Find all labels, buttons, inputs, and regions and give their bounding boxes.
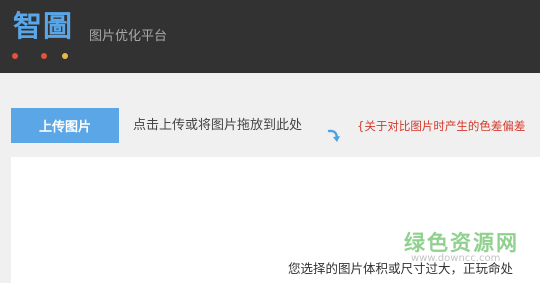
top-header: 智圖 图片优化平台 <box>0 0 540 73</box>
upload-image-button[interactable]: 上传图片 <box>11 108 119 143</box>
watermark-logo: 绿色资源网 <box>404 231 519 255</box>
logo-dot-red <box>41 53 47 59</box>
curved-arrow-icon <box>327 129 340 142</box>
file-too-large-warning: 您选择的图片体积或尺寸过大，正玩命处 <box>288 261 514 276</box>
logo-dot-yellow <box>62 53 68 59</box>
upload-hint: 点击上传或将图片拖放到此处 <box>133 118 303 133</box>
image-drop-area[interactable]: 绿色资源网 www.downcc.com 您选择的图片体积或尺寸过大，正玩命处 <box>11 157 540 283</box>
logo[interactable]: 智圖 <box>13 8 73 44</box>
color-difference-notice-link[interactable]: {关于对比图片时产生的色差偏差 <box>357 119 540 133</box>
logo-dot-red <box>12 53 18 59</box>
platform-subtitle: 图片优化平台 <box>89 29 168 44</box>
